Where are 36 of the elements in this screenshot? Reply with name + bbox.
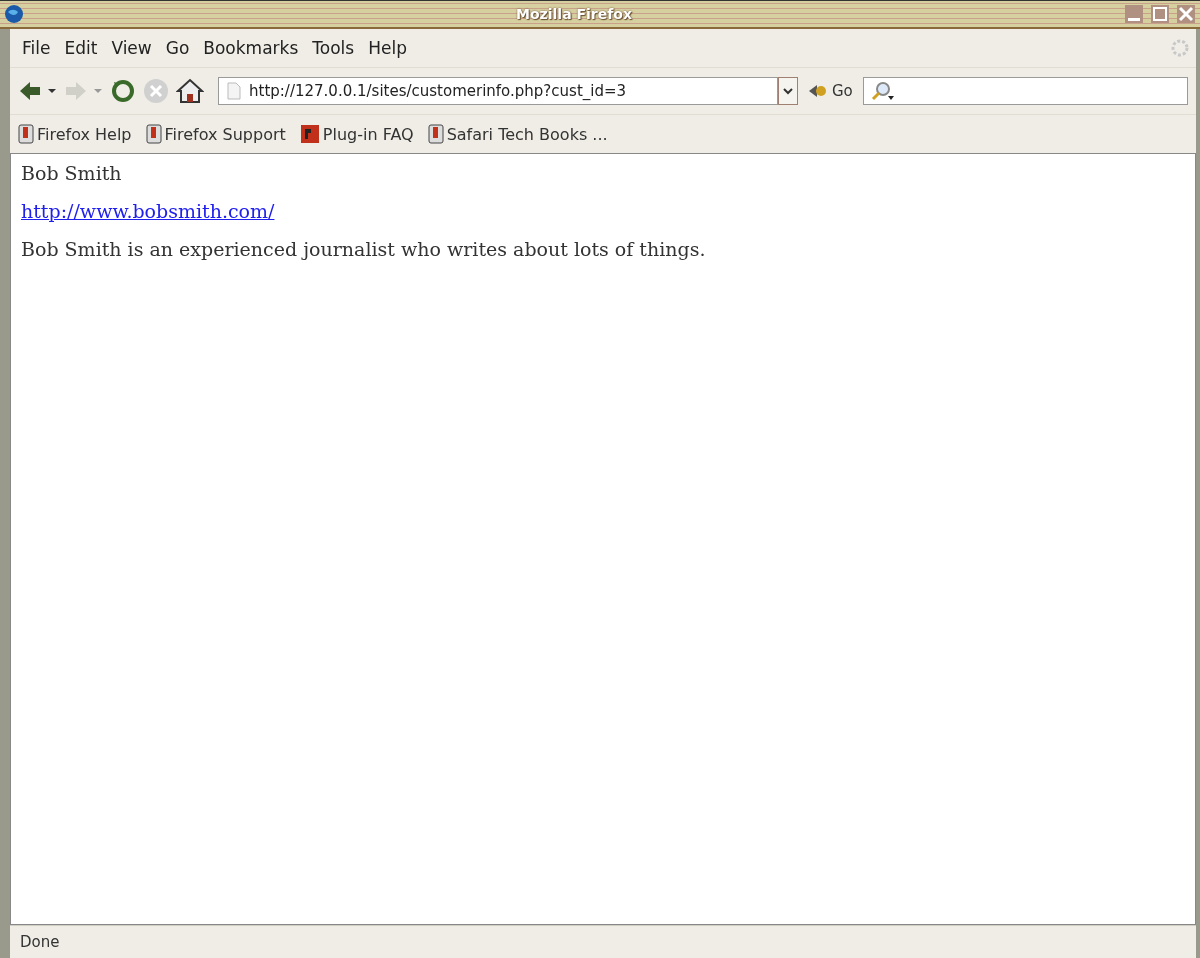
dropdown-button[interactable] [778, 77, 798, 105]
bookmark-icon [427, 124, 444, 144]
globe-icon [4, 4, 24, 24]
search-field[interactable] [862, 77, 1188, 105]
bookmark-icon [145, 124, 162, 144]
menu-item[interactable]: Tools [306, 35, 361, 61]
maximize-icon[interactable] [1150, 4, 1170, 24]
bookmark-icon [18, 124, 34, 144]
window-title: Mozilla Firefox [515, 6, 633, 22]
throbber-icon [1170, 38, 1190, 58]
go-arrow-icon [808, 83, 828, 99]
website-link[interactable]: http://www.bobsmith.com/ [21, 200, 275, 222]
home-icon[interactable] [176, 77, 204, 105]
menu-item[interactable]: Edit [58, 35, 104, 61]
bookmark-link[interactable]: Plug-in FAQ [299, 124, 414, 144]
search-icon [869, 80, 896, 102]
menu-item[interactable]: Bookmarks [197, 35, 305, 61]
menu-item[interactable]: View [105, 35, 158, 61]
customer-description: Bob Smith is an experienced journalist who writes about lots of things. [21, 238, 707, 260]
bookmark-link[interactable]: Firefox Support [145, 124, 286, 144]
status-text: Done [20, 933, 60, 951]
reload-icon[interactable] [110, 78, 136, 104]
minimize-icon[interactable] [1124, 4, 1144, 24]
puzzle-icon [299, 124, 320, 144]
close-icon[interactable] [1176, 4, 1196, 24]
bookmark-link[interactable]: Firefox Help [18, 124, 132, 144]
menu-item[interactable]: Help [362, 35, 413, 61]
caret-icon [783, 87, 793, 95]
menu-item[interactable]: File [16, 35, 57, 61]
page-icon [227, 82, 241, 100]
customer-name: Bob Smith [21, 162, 123, 184]
back-button[interactable] [18, 79, 58, 103]
bookmark-link[interactable]: Safari Tech Books ... [427, 124, 608, 144]
address-field[interactable]: http://127.0.0.1/sites/customerinfo.php?cust_id=3 [218, 77, 778, 105]
menu-item[interactable]: Go [159, 35, 196, 61]
go-button[interactable]: Go [804, 82, 857, 100]
